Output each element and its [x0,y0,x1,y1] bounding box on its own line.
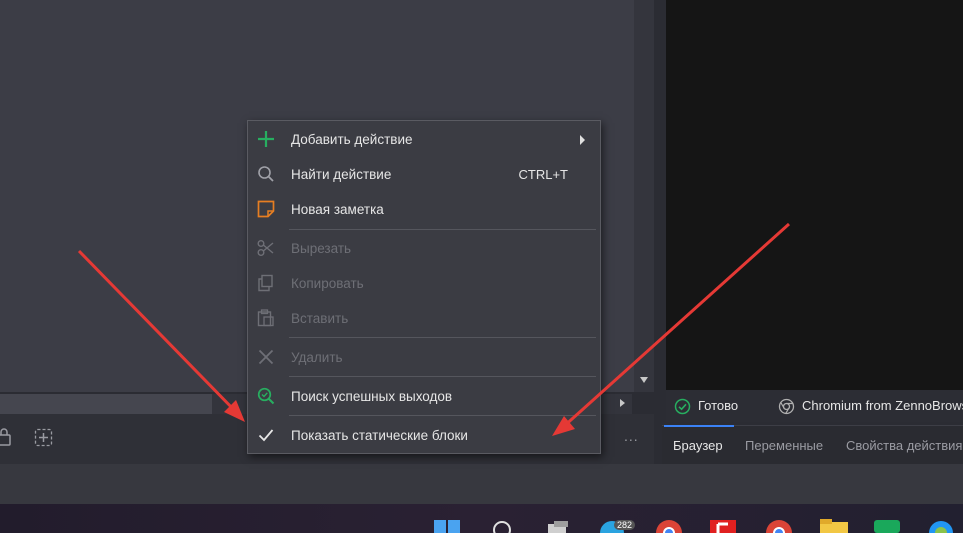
chrome-2-icon[interactable] [764,518,794,533]
scroll-down-icon[interactable] [640,377,648,383]
panel-splitter[interactable] [656,0,664,464]
menu-item-label: Поиск успешных выходов [291,389,453,404]
tab-browser[interactable]: Браузер [673,438,723,453]
menu-item-label: Копировать [291,276,364,291]
browser-view[interactable] [666,0,963,390]
menu-item-label: Новая заметка [291,202,384,217]
lock-icon[interactable] [0,426,14,448]
menu-separator [289,415,596,416]
shortcut-label: CTRL+T [518,167,568,182]
note-icon [257,200,275,218]
submenu-arrow-icon [580,135,585,145]
menu-item-new-note[interactable]: Новая заметка [248,192,600,227]
panel-tabs: Браузер Переменные Свойства действия [662,425,963,465]
menu-separator [289,337,596,338]
paste-icon [257,309,274,327]
plus-icon [258,131,274,147]
window-footer [0,464,963,504]
menu-separator [289,376,596,377]
search-icon[interactable] [490,518,516,533]
zennoposter-icon[interactable] [872,518,902,533]
zoom-search-icon [257,387,275,405]
scissors-icon [257,240,274,256]
chromium-icon [778,398,795,415]
menu-item-paste[interactable]: Вставить [248,301,600,336]
context-menu: Добавить действие Найти действие CTRL+T … [247,120,601,454]
menu-item-label: Показать статические блоки [291,428,468,443]
scroll-right-icon[interactable] [620,399,625,407]
tab-variables[interactable]: Переменные [745,438,823,453]
task-view-icon[interactable] [544,520,574,533]
check-circle-icon [674,398,691,415]
menu-item-label: Удалить [291,350,343,365]
search-icon [258,166,274,182]
menu-item-find-action[interactable]: Найти действие CTRL+T [248,157,600,192]
menu-item-label: Добавить действие [291,132,413,147]
menu-item-cut[interactable]: Вырезать [248,231,600,266]
copy-icon [258,274,273,292]
vertical-scrollbar[interactable] [634,0,654,392]
menu-item-delete[interactable]: Удалить [248,340,600,375]
menu-item-label: Вставить [291,311,349,326]
browser-name[interactable]: Chromium from ZennoBrowser [802,398,963,413]
add-block-icon[interactable] [34,428,54,448]
status-text: Готово [698,398,739,413]
app-red-icon[interactable] [708,518,738,533]
chrome-icon[interactable] [654,518,684,533]
menu-item-add-action[interactable]: Добавить действие [248,122,600,157]
menu-item-copy[interactable]: Копировать [248,266,600,301]
notification-badge: 282 [614,520,636,530]
menu-item-search-success-outputs[interactable]: Поиск успешных выходов [248,379,600,414]
menu-item-show-static-blocks[interactable]: Показать статические блоки [248,418,600,453]
folder-icon[interactable] [818,518,850,533]
status-bar: Готово Chromium from ZennoBrowser [666,390,963,422]
tab-action-properties[interactable]: Свойства действия [846,438,962,453]
close-icon [258,349,274,365]
menu-separator [289,229,596,230]
more-options-button[interactable]: ... [624,428,639,444]
taskbar: 282 [0,504,963,533]
browser-app-icon[interactable] [926,518,956,533]
menu-item-label: Вырезать [291,241,352,256]
windows-start-icon[interactable] [432,518,462,533]
check-icon [258,429,274,442]
menu-item-label: Найти действие [291,167,392,182]
horizontal-scrollbar-thumb[interactable] [0,394,212,414]
active-tab-indicator [664,425,734,427]
